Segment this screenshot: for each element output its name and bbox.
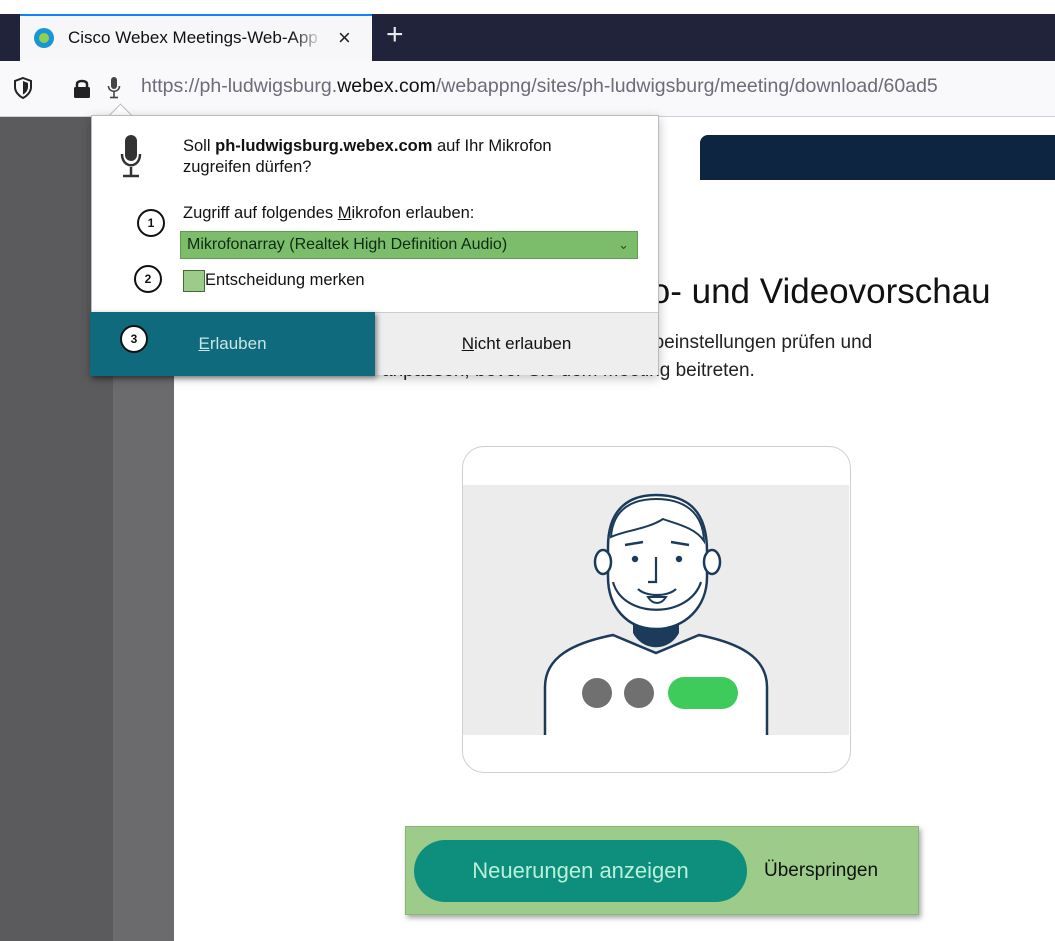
remember-decision-checkbox[interactable] [183,270,205,292]
popup-button-row: Erlauben 3 Nicht erlauben [90,312,658,376]
permission-question: Soll ph-ludwigsburg.webex.com auf Ihr Mi… [183,136,623,178]
video-indicator-icon [624,678,654,708]
url-domain: webex.com [337,75,436,97]
microphone-icon [120,135,142,178]
tab-title: Cisco Webex Meetings-Web-App [68,28,318,47]
lock-icon[interactable] [73,77,91,99]
question-prefix: Soll [183,137,216,155]
microphone-permission-popup: Soll ph-ludwigsburg.webex.com auf Ihr Mi… [90,115,659,376]
description-line-1: eoeinstellungen prüfen und [643,332,873,353]
remember-decision-label: Entscheidung merken [205,271,365,289]
tab-webex[interactable]: Cisco Webex Meetings-Web-App × [20,14,372,61]
chevron-down-icon: ⌄ [618,237,629,252]
new-tab-button[interactable]: + [386,18,404,52]
callout-3: 3 [120,325,148,353]
cta-highlight: Neuerungen anzeigen Überspringen [405,826,919,915]
access-label-post: ikrofon erlauben: [351,204,475,222]
deny-button[interactable]: Nicht erlauben [375,313,658,375]
question-host: ph-ludwigsburg.webex.com [215,137,433,155]
top-banner [700,135,1055,180]
mute-indicator-icon [582,678,612,708]
close-tab-icon[interactable]: × [338,25,351,51]
deny-mnemonic: N [461,334,474,353]
deny-label: icht erlauben [473,334,572,353]
person-illustration [463,485,849,735]
page-title: io- und Videovorschau [643,272,991,311]
access-label-pre: Zugriff auf folgendes [183,204,338,222]
callout-2: 2 [134,265,162,293]
join-indicator-icon [668,677,738,709]
url-path: /webappng/sites/ph-ludwigsburg/meeting/d… [435,75,938,97]
webex-favicon-icon [34,28,54,48]
tab-bar: Cisco Webex Meetings-Web-App × + [0,14,1055,61]
address-bar[interactable]: https://ph-ludwigsburg.webex.com/webappn… [0,61,1055,117]
avatar-illustration [462,446,851,773]
shield-icon[interactable] [14,77,32,99]
url-text[interactable]: https://ph-ludwigsburg.webex.com/webappn… [141,75,938,98]
access-label-mnemonic: M [337,204,352,222]
microphone-permission-icon[interactable] [107,76,121,100]
allow-mnemonic: E [198,334,210,353]
callout-1: 1 [137,209,165,237]
microphone-select[interactable]: Mikrofonarray (Realtek High Definition A… [180,231,638,259]
top-strip [0,0,1055,14]
skip-button[interactable]: Überspringen [764,860,878,882]
microphone-select-value: Mikrofonarray (Realtek High Definition A… [187,236,508,253]
microphone-select-label: Zugriff auf folgendes Mikrofon erlauben: [183,204,474,223]
allow-label: rlauben [209,334,267,353]
show-news-button[interactable]: Neuerungen anzeigen [414,840,747,902]
url-prefix: https://ph-ludwigsburg. [141,75,338,97]
